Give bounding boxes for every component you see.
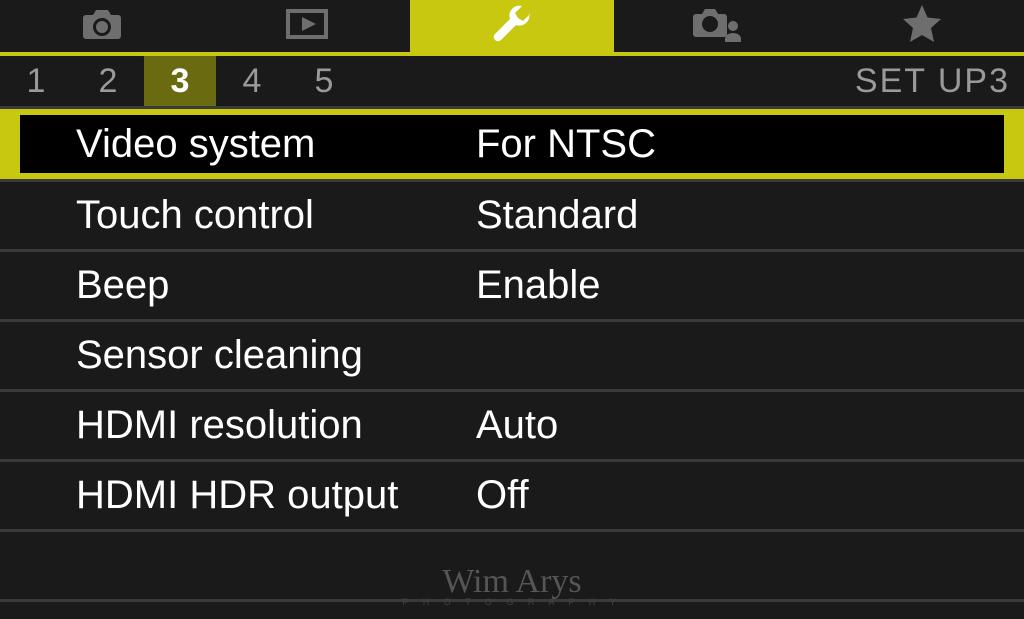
- page-2[interactable]: 2: [72, 56, 144, 106]
- menu-value: Enable: [476, 263, 998, 308]
- menu-row-beep[interactable]: Beep Enable: [0, 252, 1024, 322]
- page-number-strip: 1 2 3 4 5 SET UP3: [0, 56, 1024, 106]
- top-tab-strip: [0, 0, 1024, 56]
- star-icon: [902, 5, 942, 48]
- menu-row-video-system[interactable]: Video system For NTSC: [0, 109, 1024, 182]
- page-title: SET UP3: [855, 62, 1010, 101]
- page-4[interactable]: 4: [216, 56, 288, 106]
- menu-row-empty: [0, 532, 1024, 602]
- menu-row-hdmi-resolution[interactable]: HDMI resolution Auto: [0, 392, 1024, 462]
- page-1[interactable]: 1: [0, 56, 72, 106]
- page-5[interactable]: 5: [288, 56, 360, 106]
- menu-value: Standard: [476, 193, 998, 238]
- tab-shoot[interactable]: [0, 0, 205, 52]
- playback-icon: [284, 7, 330, 46]
- menu-row-hdmi-hdr-output[interactable]: HDMI HDR output Off: [0, 462, 1024, 532]
- menu-label: HDMI resolution: [76, 403, 476, 448]
- menu-row-sensor-cleaning[interactable]: Sensor cleaning: [0, 322, 1024, 392]
- camera-icon: [80, 7, 124, 46]
- menu-value: Auto: [476, 403, 998, 448]
- tab-mymenu[interactable]: [819, 0, 1024, 52]
- menu-value: For NTSC: [476, 122, 978, 167]
- tab-custom[interactable]: [614, 0, 819, 52]
- page-3[interactable]: 3: [144, 56, 216, 106]
- camera-menu-screen: 1 2 3 4 5 SET UP3 Video system For NTSC …: [0, 0, 1024, 619]
- tab-playback[interactable]: [205, 0, 410, 52]
- wrench-icon: [492, 4, 532, 49]
- page-numbers: 1 2 3 4 5: [0, 56, 360, 106]
- menu-list: Video system For NTSC Touch control Stan…: [0, 109, 1024, 602]
- menu-label: Sensor cleaning: [76, 333, 476, 378]
- menu-label: HDMI HDR output: [76, 473, 476, 518]
- tab-setup[interactable]: [410, 0, 615, 52]
- camera-user-icon: [692, 6, 742, 47]
- menu-value: Off: [476, 473, 998, 518]
- menu-label: Touch control: [76, 193, 476, 238]
- menu-label: Beep: [76, 263, 476, 308]
- menu-row-touch-control[interactable]: Touch control Standard: [0, 182, 1024, 252]
- menu-label: Video system: [76, 122, 476, 167]
